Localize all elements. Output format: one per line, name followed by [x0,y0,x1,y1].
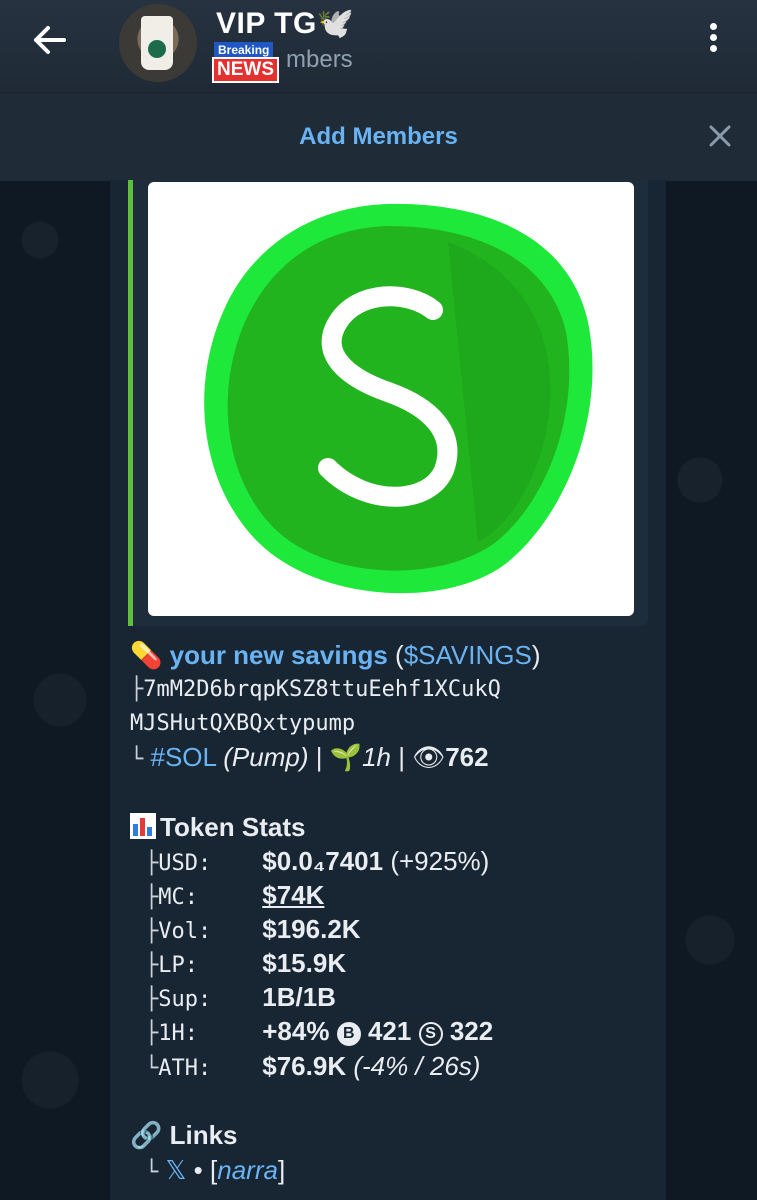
stat-supply: ├Sup: 1B/1B [145,982,336,1012]
breaking-news-sticker: Breaking NEWS [212,42,284,83]
bar-chart-icon [130,813,156,839]
contract-address-line2[interactable]: MJSHutQXBQxtypump [130,711,355,736]
more-options-icon[interactable] [700,20,726,60]
preview-accent-bar [128,180,133,626]
stat-ath: └ATH: $76.9K (-4% / 26s) [145,1051,481,1081]
stat-vol: ├Vol: $196.2K [145,914,361,944]
stat-lp: ├LP: $15.9K [145,948,347,978]
stat-1h: ├1H: +84% B 421 S 322 [145,1016,494,1046]
member-count: mbers [286,46,353,73]
pill-icon: 💊 [130,640,163,670]
group-avatar[interactable] [119,4,197,82]
x-link[interactable]: 𝕏 [165,1155,186,1185]
token-name-link[interactable]: your new savings [170,640,388,670]
chat-header: VIP TG🕊️ mbers Breaking NEWS [0,0,757,92]
token-name-line: 💊 your new savings ($SAVINGS) [130,640,541,670]
add-members-button[interactable]: Add Members [0,123,757,151]
chat-title[interactable]: VIP TG🕊️ [216,6,355,41]
dove-icon: 🕊️ [316,7,355,40]
token-info-line: └ #SOL (Pump) | 🌱1h | 👁762 [130,742,489,772]
sol-hashtag[interactable]: #SOL [150,742,216,772]
back-arrow-icon[interactable] [28,22,72,58]
savings-logo-icon [204,203,593,594]
ticker-link[interactable]: $SAVINGS [404,640,532,670]
add-members-bar: Add Members [0,92,757,181]
links-line: └ 𝕏 • [narra] [145,1155,286,1185]
contract-address-line1[interactable]: ├7mM2D6brqpKSZ8ttuEehf1XCukQ [130,677,501,702]
stat-mc: ├MC: $74K [145,880,325,910]
narra-link[interactable]: narra [217,1155,278,1185]
token-stats-heading: Token Stats [130,812,305,843]
links-heading: 🔗 Links [130,1120,238,1150]
close-icon[interactable] [706,122,734,150]
stat-usd: ├USD: $0.0₄7401 (+925%) [145,846,490,876]
sells-icon: S [418,1022,443,1046]
buys-icon: B [336,1022,361,1046]
seedling-icon: 🌱 [329,742,363,772]
eye-icon: 👁 [412,742,446,772]
link-chain-icon: 🔗 [130,1120,163,1150]
token-logo-image[interactable] [148,182,634,616]
mc-link[interactable]: $74K [262,880,324,910]
